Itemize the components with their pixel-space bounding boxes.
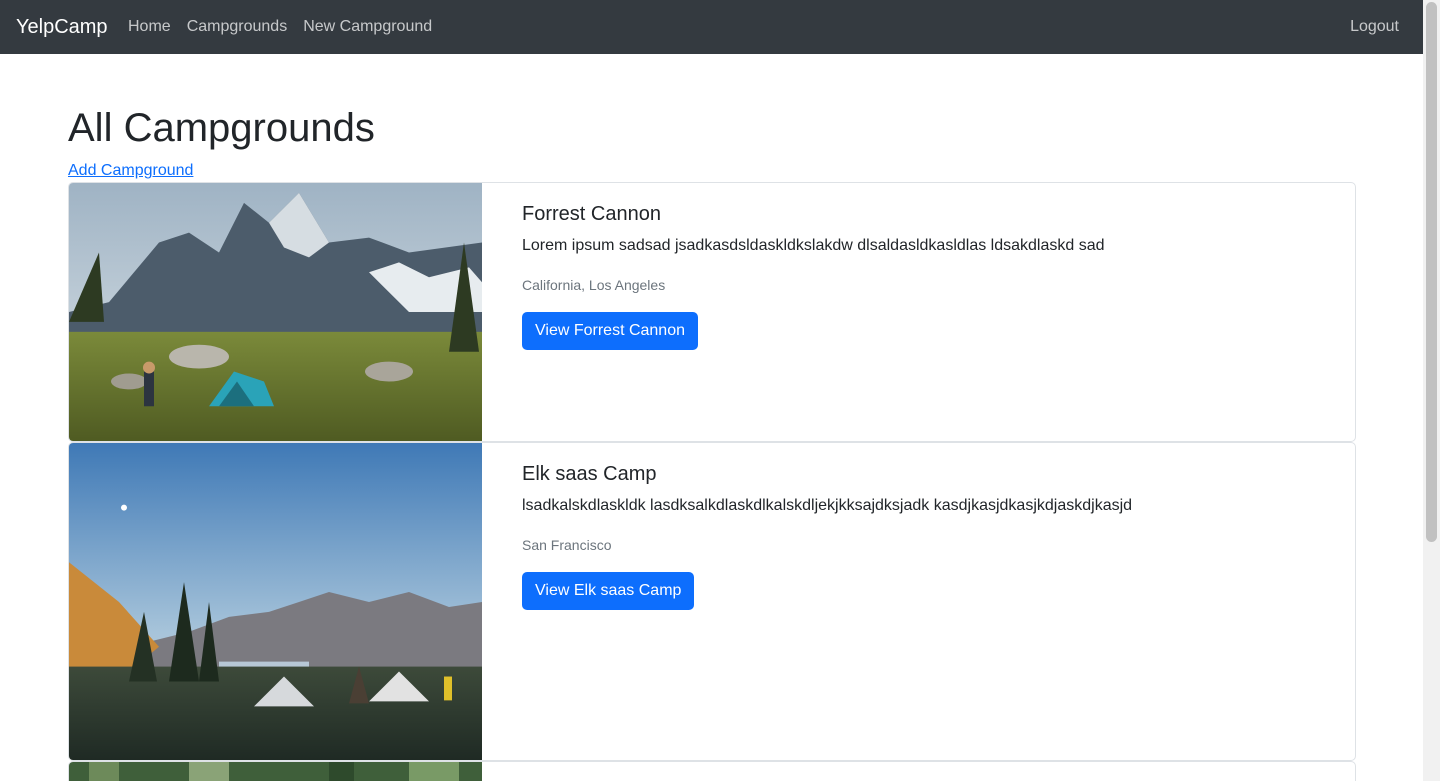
page-scrollbar[interactable] [1423, 0, 1440, 781]
campground-card [68, 761, 1356, 781]
page-title: All Campgrounds [68, 106, 375, 150]
brand-link[interactable]: YelpCamp [16, 14, 108, 40]
add-campground-link[interactable]: Add Campground [68, 160, 193, 182]
navbar: YelpCamp Home Campgrounds New Campground… [0, 0, 1423, 54]
campground-image [69, 183, 482, 441]
campground-title: Forrest Cannon [522, 203, 661, 225]
campground-location: California, Los Angeles [522, 277, 666, 293]
campground-title: Elk saas Camp [522, 463, 657, 485]
scrollbar-thumb[interactable] [1426, 2, 1437, 542]
view-campground-button[interactable]: View Forrest Cannon [522, 312, 698, 350]
nav-home-link[interactable]: Home [128, 16, 171, 38]
campground-description: lsadkalskdlaskldk lasdksalkdlaskdlkalskd… [522, 497, 1133, 514]
campground-description: Lorem ipsum sadsad jsadkasdsldaskldkslak… [522, 237, 1105, 254]
campground-image [69, 762, 482, 781]
campground-image [69, 443, 482, 760]
card-body: Forrest Cannon Lorem ipsum sadsad jsadka… [522, 201, 1335, 350]
view-campground-button[interactable]: View Elk saas Camp [522, 572, 695, 610]
campground-location: San Francisco [522, 537, 612, 553]
campground-card: Forrest Cannon Lorem ipsum sadsad jsadka… [68, 182, 1356, 442]
nav-new-campground-link[interactable]: New Campground [303, 16, 432, 38]
nav-links: Home Campgrounds New Campground [128, 16, 448, 38]
logout-link[interactable]: Logout [1350, 16, 1399, 38]
card-body: Elk saas Camp lsadkalskdlaskldk lasdksal… [522, 461, 1335, 610]
nav-campgrounds-link[interactable]: Campgrounds [187, 16, 288, 38]
campground-card: Elk saas Camp lsadkalskdlaskldk lasdksal… [68, 442, 1356, 761]
